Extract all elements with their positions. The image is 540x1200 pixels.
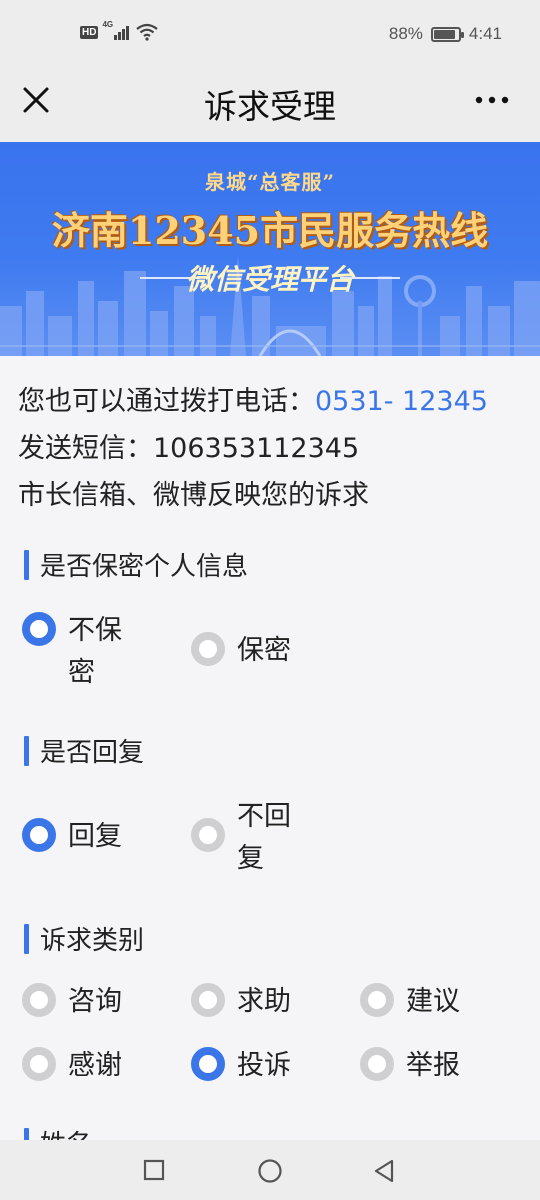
cell-signal-icon: 4G [102,20,132,42]
category-option-help[interactable]: 求助 [191,983,291,1021]
wifi-icon [136,23,159,41]
sms-line: 发送短信：106353112345 [18,433,360,464]
category-option-thanks[interactable]: 感谢 [22,1047,122,1085]
category-option-label: 感谢 [68,1050,122,1081]
reply-option-yes[interactable]: 回复 [22,818,122,856]
reply-option-label: 回复 [68,821,122,852]
radio-selected-icon [22,818,56,852]
radio-unselected-icon [191,818,225,852]
category-option-label: 咨询 [68,986,122,1017]
banner-right-line [340,277,400,279]
banner-sub-text: 微信受理平台 [185,263,354,296]
radio-unselected-icon [191,983,225,1017]
status-bar: HD 4G 88% 4:41 [0,0,540,66]
status-right: 88% 4:41 [389,24,502,44]
mailbox-line: 市长信箱、微博反映您的诉求 [18,480,369,511]
category-option-label: 建议 [406,986,460,1017]
battery-percent: 88% [388,24,423,43]
radio-unselected-icon [191,632,225,666]
privacy-option-public[interactable]: 不保密 [22,612,128,694]
form-content: 您也可以通过拨打电话：0531- 12345 发送短信：106353112345… [0,356,540,519]
system-nav-bar [0,1140,540,1200]
back-icon[interactable] [372,1158,396,1184]
category-section-title: 诉求类别 [24,920,144,957]
banner-top-text: 泉城“总客服” [204,170,335,194]
category-option-complaint[interactable]: 投诉 [191,1047,291,1085]
reply-option-no[interactable]: 不回复 [191,798,297,880]
radio-selected-icon [22,612,56,646]
privacy-option-private[interactable]: 保密 [191,632,291,670]
contact-info: 您也可以通过拨打电话：0531- 12345 发送短信：106353112345… [0,356,540,519]
category-option-label: 求助 [237,986,291,1017]
reply-section-title: 是否回复 [24,732,144,769]
recent-apps-icon[interactable] [143,1159,165,1181]
category-option-label: 举报 [406,1050,460,1081]
radio-unselected-icon [360,983,394,1017]
banner-main-text: 济南12345市民服务热线 [51,208,489,253]
radio-unselected-icon [22,983,56,1017]
clock: 4:41 [468,24,502,43]
phone-link[interactable]: 0531- 12345 [315,386,488,417]
battery-icon [430,26,464,42]
more-dots-icon [475,96,509,104]
reply-option-label: 不回复 [237,801,291,874]
phone-prefix: 您也可以通过拨打电话： [18,386,315,417]
category-option-report[interactable]: 举报 [360,1047,460,1085]
phone-line: 您也可以通过拨打电话：0531- 12345 [18,378,522,425]
privacy-section-title: 是否保密个人信息 [24,546,248,583]
title-bar: 诉求受理 [0,66,540,142]
category-option-consult[interactable]: 咨询 [22,983,122,1021]
hd-badge: HD [80,25,99,39]
network-indicators: HD 4G [80,20,159,42]
page-title: 诉求受理 [204,87,336,126]
privacy-option-label: 保密 [237,635,291,666]
category-option-label: 投诉 [237,1050,291,1081]
radio-unselected-icon [22,1047,56,1081]
home-icon[interactable] [257,1158,283,1184]
category-option-suggest[interactable]: 建议 [360,983,460,1021]
hotline-banner: 泉城“总客服” 济南12345市民服务热线 微信受理平台 [0,142,540,356]
privacy-option-label: 不保密 [68,615,122,688]
radio-selected-icon [191,1047,225,1081]
radio-unselected-icon [360,1047,394,1081]
more-button[interactable] [472,90,512,110]
